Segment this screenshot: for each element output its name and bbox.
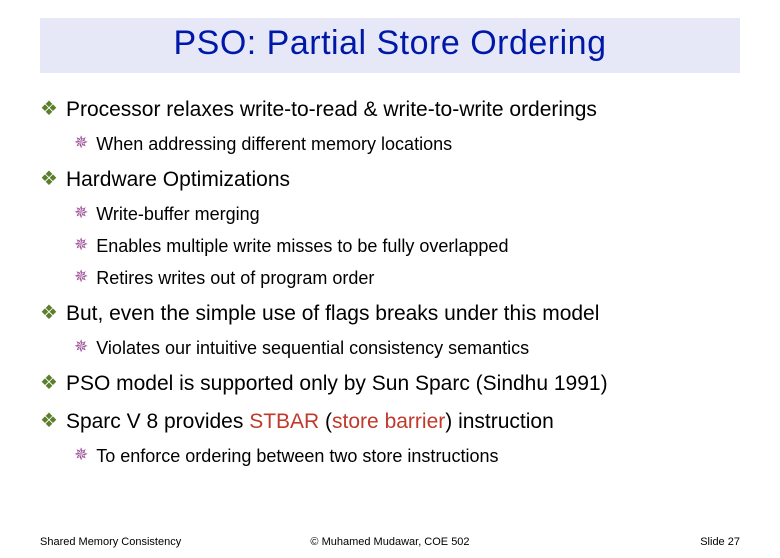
bullet-text: To enforce ordering between two store in… [96, 445, 498, 467]
footer-right: Slide 27 [507, 536, 740, 548]
highlight-text: store barrier [332, 410, 445, 433]
bullet-level1: ❖ Hardware Optimizations [40, 167, 740, 193]
text-fragment: Sparc V 8 provides [66, 410, 249, 433]
bullet-text: Violates our intuitive sequential consis… [96, 337, 529, 359]
bullet-level1: ❖ PSO model is supported only by Sun Spa… [40, 371, 740, 397]
bullet-level2: ✵ Violates our intuitive sequential cons… [74, 337, 740, 359]
star-icon: ✵ [74, 133, 88, 153]
bullet-text: Hardware Optimizations [66, 167, 290, 193]
highlight-text: STBAR [249, 410, 319, 433]
bullet-level2: ✵ Enables multiple write misses to be fu… [74, 235, 740, 257]
bullet-level2: ✵ To enforce ordering between two store … [74, 445, 740, 467]
slide-content: ❖ Processor relaxes write-to-read & writ… [0, 73, 780, 467]
star-icon: ✵ [74, 235, 88, 255]
bullet-text: Sparc V 8 provides STBAR (store barrier)… [66, 409, 554, 435]
bullet-level1: ❖ But, even the simple use of flags brea… [40, 301, 740, 327]
footer-left: Shared Memory Consistency [40, 536, 273, 548]
bullet-level1: ❖ Sparc V 8 provides STBAR (store barrie… [40, 409, 740, 435]
slide-title: PSO: Partial Store Ordering [50, 24, 730, 63]
bullet-level2: ✵ Retires writes out of program order [74, 267, 740, 289]
bullet-text: But, even the simple use of flags breaks… [66, 301, 599, 327]
bullet-text: PSO model is supported only by Sun Sparc… [66, 371, 608, 397]
diamond-icon: ❖ [40, 97, 58, 121]
footer-center: © Muhamed Mudawar, COE 502 [273, 536, 506, 548]
bullet-level2: ✵ Write-buffer merging [74, 203, 740, 225]
bullet-text: Write-buffer merging [96, 203, 259, 225]
bullet-level1: ❖ Processor relaxes write-to-read & writ… [40, 97, 740, 123]
slide-footer: Shared Memory Consistency © Muhamed Muda… [40, 536, 740, 548]
diamond-icon: ❖ [40, 409, 58, 433]
star-icon: ✵ [74, 203, 88, 223]
slide: PSO: Partial Store Ordering ❖ Processor … [0, 18, 780, 558]
bullet-text: Processor relaxes write-to-read & write-… [66, 97, 597, 123]
title-band: PSO: Partial Store Ordering [40, 18, 740, 73]
diamond-icon: ❖ [40, 371, 58, 395]
bullet-text: Retires writes out of program order [96, 267, 374, 289]
text-fragment: ( [319, 410, 332, 433]
star-icon: ✵ [74, 445, 88, 465]
bullet-level2: ✵ When addressing different memory locat… [74, 133, 740, 155]
bullet-text: When addressing different memory locatio… [96, 133, 452, 155]
star-icon: ✵ [74, 337, 88, 357]
diamond-icon: ❖ [40, 301, 58, 325]
star-icon: ✵ [74, 267, 88, 287]
bullet-text: Enables multiple write misses to be full… [96, 235, 508, 257]
text-fragment: ) instruction [445, 410, 554, 433]
diamond-icon: ❖ [40, 167, 58, 191]
